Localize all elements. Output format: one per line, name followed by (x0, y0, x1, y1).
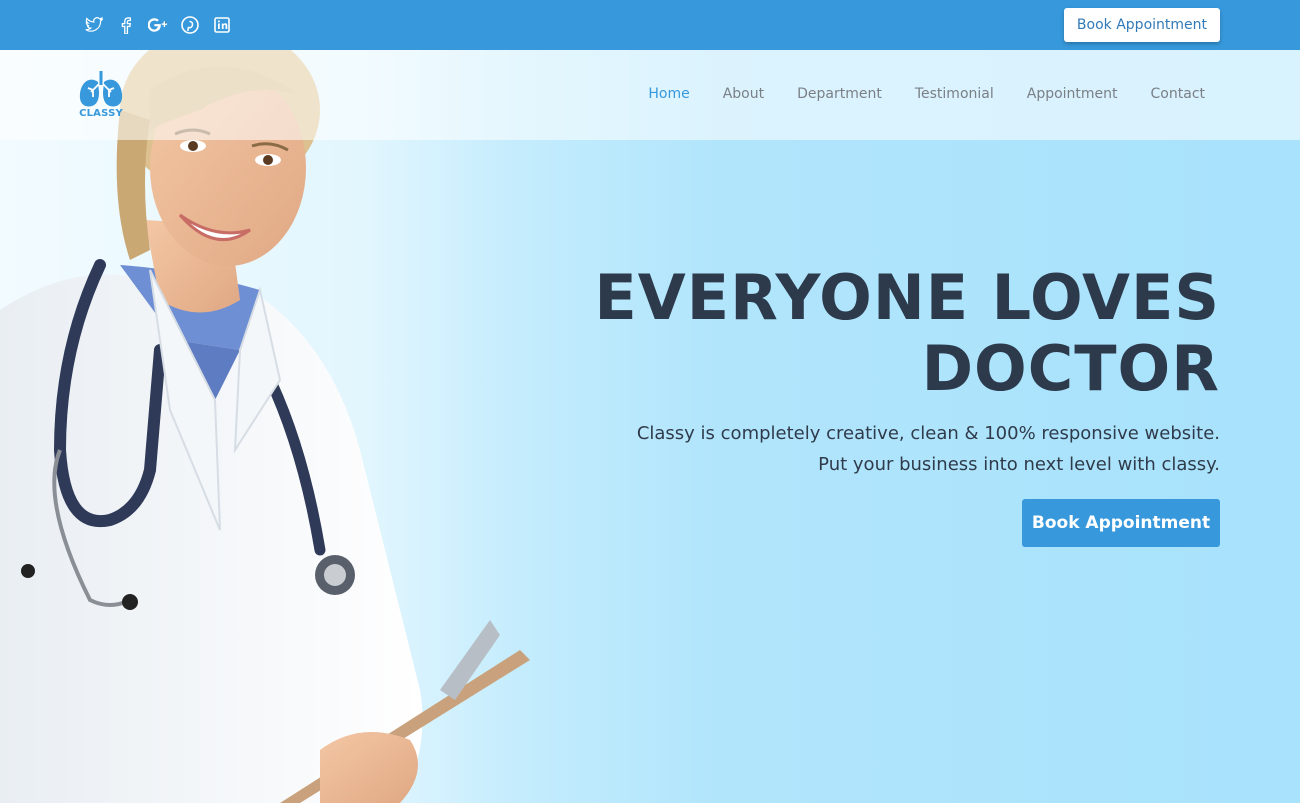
facebook-icon[interactable] (116, 15, 136, 35)
top-book-appointment-button[interactable]: Book Appointment (1063, 8, 1220, 42)
hero-headline-line2: DOCTOR (921, 332, 1220, 405)
logo[interactable]: CLASSY (78, 70, 124, 122)
nav-contact[interactable]: Contact (1151, 86, 1205, 102)
hero-headline: EVERYONE LOVES DOCTOR (594, 262, 1220, 404)
hero-subtitle-line2: Put your business into next level with c… (818, 454, 1220, 475)
hero-subtitle-line1: Classy is completely creative, clean & 1… (636, 423, 1220, 444)
nav-about[interactable]: About (723, 86, 764, 102)
nav-testimonial[interactable]: Testimonial (915, 86, 994, 102)
nav-department[interactable]: Department (797, 86, 882, 102)
pinterest-icon[interactable] (180, 15, 200, 35)
twitter-icon[interactable] (84, 15, 104, 35)
hero-book-appointment-button[interactable]: Book Appointment (1022, 499, 1220, 547)
logo-text: CLASSY (79, 108, 123, 119)
nav-appointment[interactable]: Appointment (1027, 86, 1118, 102)
google-plus-icon[interactable] (148, 15, 168, 35)
hero-subtitle: Classy is completely creative, clean & 1… (637, 418, 1220, 480)
linkedin-icon[interactable] (212, 15, 232, 35)
social-links (84, 15, 232, 35)
nav-home[interactable]: Home (648, 86, 689, 102)
lungs-icon (79, 71, 123, 107)
main-nav: Home About Department Testimonial Appoin… (615, 86, 1205, 102)
top-bar: Book Appointment (0, 0, 1300, 50)
hero-headline-line1: EVERYONE LOVES (594, 261, 1220, 334)
doctor-image (0, 50, 530, 803)
